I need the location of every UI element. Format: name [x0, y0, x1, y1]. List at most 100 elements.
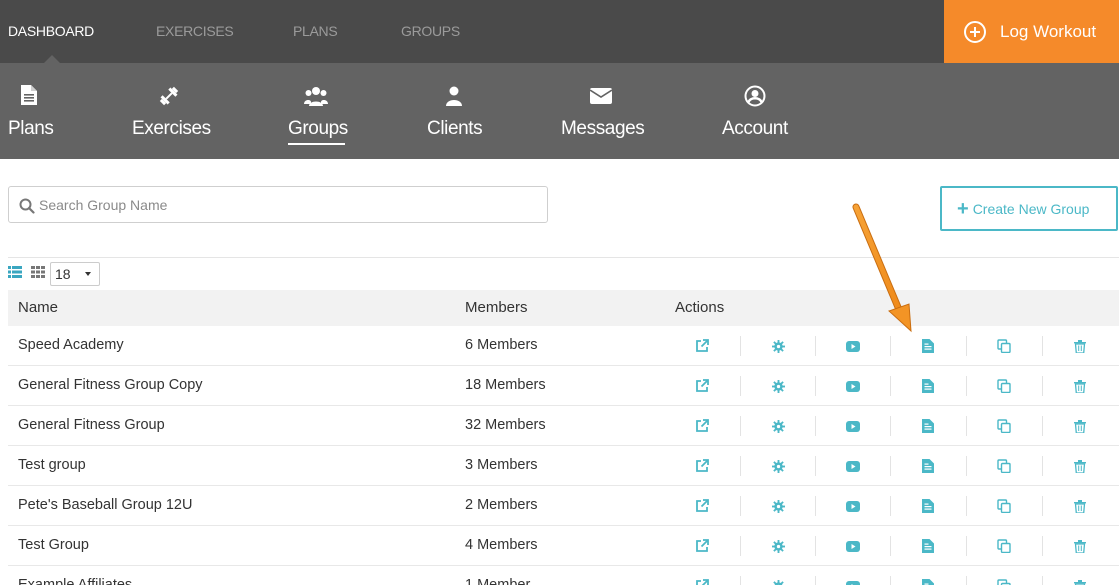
external-link-icon[interactable]: [692, 336, 712, 356]
video-icon[interactable]: [843, 416, 863, 436]
action-separator: [890, 416, 891, 436]
document-icon[interactable]: [918, 536, 938, 556]
copy-icon[interactable]: [994, 576, 1014, 585]
plus-circle-icon: [964, 20, 986, 43]
search-box: [8, 186, 548, 223]
user-icon: [446, 85, 462, 107]
gear-icon[interactable]: [768, 456, 788, 476]
external-link-icon[interactable]: [692, 376, 712, 396]
action-separator: [890, 536, 891, 556]
group-name[interactable]: General Fitness Group: [18, 417, 165, 433]
group-name[interactable]: Test group: [18, 457, 86, 473]
create-new-group-button[interactable]: + Create New Group: [940, 186, 1118, 231]
action-separator: [740, 536, 741, 556]
subnav-exercises[interactable]: Exercises: [132, 63, 211, 159]
create-new-group-label: Create New Group: [972, 200, 1090, 217]
action-separator: [815, 376, 816, 396]
table-row[interactable]: Pete's Baseball Group 12U 2 Members: [8, 486, 1119, 526]
copy-icon[interactable]: [994, 376, 1014, 396]
envelope-icon: [590, 85, 612, 107]
copy-icon[interactable]: [994, 416, 1014, 436]
gear-icon[interactable]: [768, 536, 788, 556]
column-header-name[interactable]: Name: [18, 299, 58, 316]
external-link-icon[interactable]: [692, 576, 712, 585]
section-navigation: Plans Exercises Groups Clients Messages …: [0, 63, 1119, 159]
topnav-plans[interactable]: PLANS: [293, 23, 338, 39]
column-header-actions: Actions: [675, 299, 725, 316]
copy-icon[interactable]: [994, 336, 1014, 356]
subnav-clients[interactable]: Clients: [427, 63, 483, 159]
column-header-members[interactable]: Members: [465, 299, 528, 316]
action-separator: [740, 456, 741, 476]
video-icon[interactable]: [843, 576, 863, 585]
top-navigation-bar: DASHBOARD EXERCISES PLANS GROUPS Log Wor…: [0, 0, 1119, 63]
subnav-label: Account: [722, 118, 788, 139]
group-name[interactable]: Speed Academy: [18, 337, 124, 353]
trash-icon[interactable]: [1070, 576, 1090, 585]
group-name[interactable]: Example Affiliates: [18, 577, 132, 585]
trash-icon[interactable]: [1070, 536, 1090, 556]
action-separator: [740, 376, 741, 396]
topnav-dashboard[interactable]: DASHBOARD: [8, 23, 94, 39]
table-row[interactable]: Speed Academy 6 Members: [8, 326, 1119, 366]
trash-icon[interactable]: [1070, 376, 1090, 396]
action-separator: [1042, 336, 1043, 356]
page-size-select[interactable]: 18: [50, 262, 100, 286]
document-icon[interactable]: [918, 416, 938, 436]
member-count: 6 Members: [465, 337, 538, 353]
action-separator: [890, 376, 891, 396]
video-icon[interactable]: [843, 336, 863, 356]
action-separator: [890, 496, 891, 516]
external-link-icon[interactable]: [692, 456, 712, 476]
gear-icon[interactable]: [768, 496, 788, 516]
action-separator: [890, 576, 891, 585]
search-input[interactable]: [39, 193, 539, 217]
copy-icon[interactable]: [994, 456, 1014, 476]
video-icon[interactable]: [843, 496, 863, 516]
trash-icon[interactable]: [1070, 496, 1090, 516]
group-name[interactable]: Test Group: [18, 537, 89, 553]
table-row[interactable]: General Fitness Group Copy 18 Members: [8, 366, 1119, 406]
document-icon[interactable]: [918, 496, 938, 516]
document-icon[interactable]: [918, 576, 938, 585]
member-count: 1 Member: [465, 577, 531, 585]
grid-view-icon[interactable]: [31, 266, 45, 278]
table-row[interactable]: General Fitness Group 32 Members: [8, 406, 1119, 446]
subnav-messages[interactable]: Messages: [561, 63, 645, 159]
topnav-groups[interactable]: GROUPS: [401, 23, 460, 39]
list-view-icon[interactable]: [8, 266, 22, 278]
video-icon[interactable]: [843, 376, 863, 396]
action-separator: [740, 336, 741, 356]
copy-icon[interactable]: [994, 536, 1014, 556]
table-row[interactable]: Test group 3 Members: [8, 446, 1119, 486]
subnav-label: Plans: [8, 118, 54, 139]
table-row[interactable]: Example Affiliates 1 Member: [8, 566, 1119, 585]
subnav-account[interactable]: Account: [722, 63, 788, 159]
gear-icon[interactable]: [768, 576, 788, 585]
log-workout-button[interactable]: Log Workout: [944, 0, 1119, 63]
group-name[interactable]: Pete's Baseball Group 12U: [18, 497, 192, 513]
document-icon[interactable]: [918, 336, 938, 356]
trash-icon[interactable]: [1070, 336, 1090, 356]
copy-icon[interactable]: [994, 496, 1014, 516]
document-icon[interactable]: [918, 456, 938, 476]
action-separator: [815, 536, 816, 556]
table-row[interactable]: Test Group 4 Members: [8, 526, 1119, 566]
subnav-plans[interactable]: Plans: [8, 63, 54, 159]
trash-icon[interactable]: [1070, 456, 1090, 476]
gear-icon[interactable]: [768, 416, 788, 436]
topnav-exercises[interactable]: EXERCISES: [156, 23, 234, 39]
trash-icon[interactable]: [1070, 416, 1090, 436]
external-link-icon[interactable]: [692, 536, 712, 556]
gear-icon[interactable]: [768, 336, 788, 356]
video-icon[interactable]: [843, 456, 863, 476]
action-separator: [966, 336, 967, 356]
external-link-icon[interactable]: [692, 496, 712, 516]
member-count: 32 Members: [465, 417, 546, 433]
document-icon[interactable]: [918, 376, 938, 396]
external-link-icon[interactable]: [692, 416, 712, 436]
group-name[interactable]: General Fitness Group Copy: [18, 377, 203, 393]
video-icon[interactable]: [843, 536, 863, 556]
subnav-label: Messages: [561, 118, 645, 139]
gear-icon[interactable]: [768, 376, 788, 396]
